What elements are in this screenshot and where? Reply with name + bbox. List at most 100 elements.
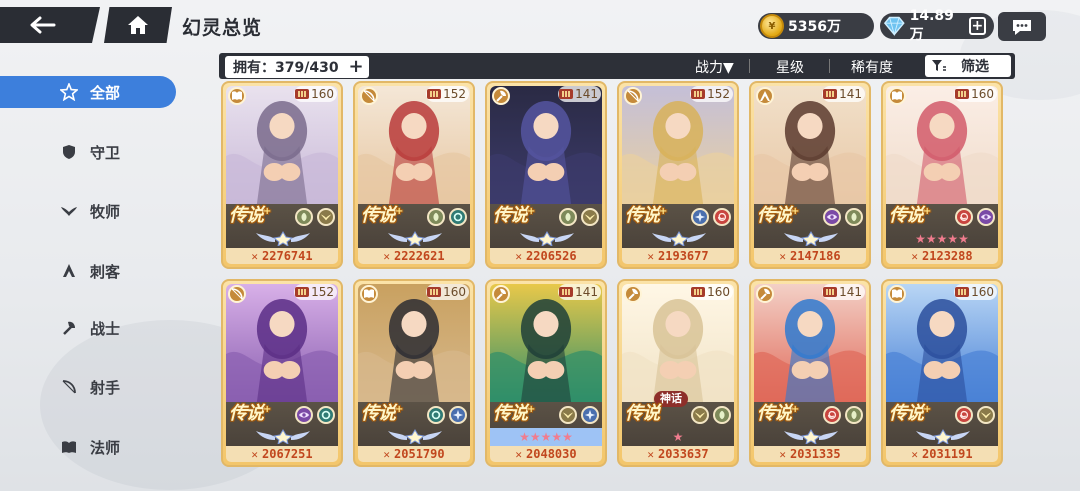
star-wing-emblem <box>388 231 442 246</box>
rarity-label: 传说+ <box>493 399 535 425</box>
sidebar-item-priest[interactable]: 牧师 <box>0 195 176 227</box>
level-value: 152 <box>311 285 334 299</box>
sort-power-button[interactable]: 战力▼ <box>695 57 734 77</box>
character-portrait <box>358 284 470 402</box>
level-badge: 160 <box>294 86 337 102</box>
character-card[interactable]: 160 传说+ ✕ 2031191 <box>881 279 1003 467</box>
character-card[interactable]: 160 神话 传说 ★ ✕ 2033637 <box>617 279 739 467</box>
crossed-swords-icon: ✕ <box>647 447 655 461</box>
sidebar-item-mage[interactable]: 法师 <box>0 431 176 463</box>
level-badge: 152 <box>294 284 337 300</box>
back-button[interactable] <box>0 7 100 43</box>
star-rating: ★ <box>672 430 684 444</box>
divider <box>829 59 830 73</box>
rarity-label: 传说+ <box>361 399 403 425</box>
crossed-swords-icon: ✕ <box>515 249 523 263</box>
sidebar-item-all[interactable]: 全部 <box>0 76 176 108</box>
level-value: 141 <box>839 285 862 299</box>
star-wing-emblem <box>784 429 838 444</box>
element-wing-icon <box>581 208 599 226</box>
divider <box>749 59 750 73</box>
sidebar-item-warrior[interactable]: 战士 <box>0 312 176 344</box>
rarity-text: 传说 <box>625 403 660 424</box>
character-card[interactable]: 141 传说+ ✕ 2206526 <box>485 81 607 269</box>
level-value: 141 <box>575 87 598 101</box>
character-card[interactable]: 141 传说+ ✕ 2031335 <box>749 279 871 467</box>
rarity-plus: + <box>395 404 403 415</box>
top-bar: 幻灵总览 ¥ 5356万 14.89万 + <box>0 0 1080 52</box>
rarity-text: 传说 <box>757 205 792 226</box>
element-leaf-icon <box>559 208 577 226</box>
class-axe-icon <box>756 285 774 303</box>
class-book-icon <box>228 87 246 105</box>
element-eye-icon <box>295 406 313 424</box>
element-wing-icon <box>559 406 577 424</box>
level-badge: 160 <box>954 86 997 102</box>
rarity-plus: + <box>923 404 931 415</box>
energy-icon <box>823 89 838 99</box>
power-bar: ✕ 2033637 <box>622 446 734 462</box>
power-bar: ✕ 2276741 <box>226 248 338 264</box>
sort-star-button[interactable]: 星级 <box>776 57 804 77</box>
sidebar-item-assassin[interactable]: 刺客 <box>0 255 176 287</box>
character-card[interactable]: 160 传说+ ✕ 2051790 <box>353 279 475 467</box>
rarity-plus: + <box>659 206 667 217</box>
sidebar-item-label: 刺客 <box>90 262 121 281</box>
rarity-label: 传说+ <box>889 399 931 425</box>
energy-icon <box>691 89 706 99</box>
character-card[interactable]: 152 传说+ ✕ 2067251 <box>221 279 343 467</box>
rarity-label: 传说+ <box>493 201 535 227</box>
rarity-label: 传说+ <box>757 201 799 227</box>
power-value: 2067251 <box>262 447 313 461</box>
class-assassin-icon <box>756 87 774 105</box>
element-spiral-icon <box>823 406 841 424</box>
sort-rarity-button[interactable]: 稀有度 <box>851 57 893 77</box>
class-book-icon <box>888 285 906 303</box>
back-arrow-icon <box>30 16 56 34</box>
sidebar-item-guard[interactable]: 守卫 <box>0 136 176 168</box>
axe-icon <box>60 319 78 337</box>
wings-icon <box>60 202 78 220</box>
star-wing-emblem <box>388 429 442 444</box>
gold-amount: 5356万 <box>788 19 841 35</box>
character-card[interactable]: 141 传说+ ★★★★★ ✕ 2048030 <box>485 279 607 467</box>
element-spark-icon <box>581 406 599 424</box>
power-bar: ✕ 2193677 <box>622 248 734 264</box>
shield-icon <box>60 143 78 161</box>
element-spiral-icon <box>713 208 731 226</box>
class-book-icon <box>360 285 378 303</box>
chat-button[interactable] <box>998 12 1046 41</box>
rarity-label: 传说+ <box>625 201 667 227</box>
filter-button[interactable]: 筛选 <box>925 55 1011 77</box>
expand-plus-icon[interactable]: + <box>347 58 365 76</box>
character-card[interactable]: 152 传说+ ✕ 2222621 <box>353 81 475 269</box>
character-card[interactable]: 141 传说+ ✕ 2147186 <box>749 81 871 269</box>
sidebar-item-archer[interactable]: 射手 <box>0 371 176 403</box>
sidebar-item-label: 全部 <box>90 83 121 102</box>
home-button[interactable] <box>104 7 172 43</box>
element-spiral-icon <box>955 406 973 424</box>
star-outline-icon <box>60 83 78 101</box>
energy-icon <box>427 89 442 99</box>
element-spark-icon <box>691 208 709 226</box>
character-portrait <box>622 86 734 204</box>
element-eye-icon <box>823 208 841 226</box>
sidebar-item-label: 射手 <box>90 378 121 397</box>
character-card[interactable]: 160 传说+ ★★★★★ ✕ 2123288 <box>881 81 1003 269</box>
crossed-swords-icon: ✕ <box>251 249 259 263</box>
element-leaf-icon <box>845 208 863 226</box>
character-card[interactable]: 160 传说+ ✕ 2276741 <box>221 81 343 269</box>
add-gems-button[interactable]: + <box>968 17 986 35</box>
character-portrait <box>754 284 866 402</box>
class-bow-icon <box>228 285 246 303</box>
element-spark-icon <box>449 406 467 424</box>
level-badge: 160 <box>426 284 469 300</box>
level-value: 152 <box>707 87 730 101</box>
star-wing-emblem <box>784 231 838 246</box>
character-card[interactable]: 152 传说+ ✕ 2193677 <box>617 81 739 269</box>
level-value: 160 <box>707 285 730 299</box>
rarity-plus: + <box>791 404 799 415</box>
power-bar: ✕ 2048030 <box>490 446 602 462</box>
book-icon <box>60 438 78 456</box>
level-badge: 141 <box>822 86 865 102</box>
